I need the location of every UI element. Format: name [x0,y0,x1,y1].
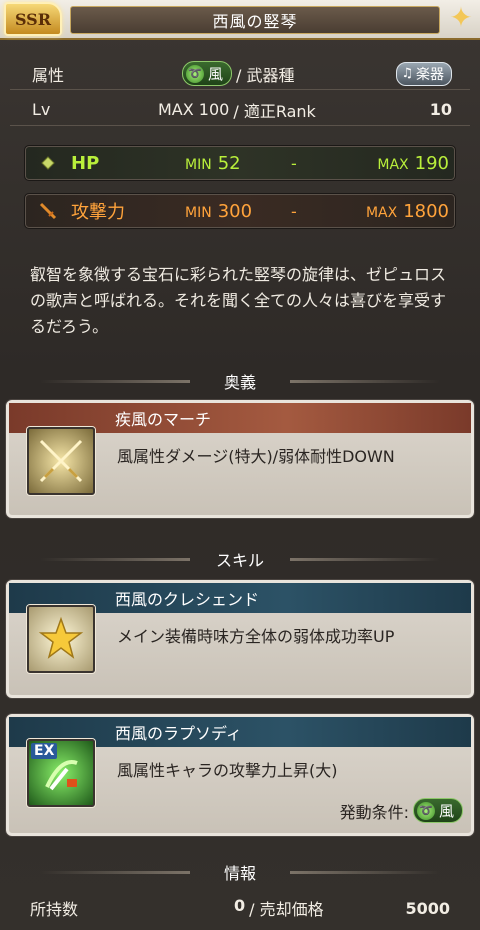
weapon-detail-page: SSR 西風の竪琴 ✦ 属性 ➰ 風 / 武器種 ♫ 楽器 Lv MAX 100… [0,0,480,930]
attack-stat-bar: 攻撃力 MIN 300 - MAX 1800 [24,193,456,229]
hp-stat-bar: HP MIN 52 - MAX 190 [24,145,456,181]
wind-element-icon: ➰ [416,801,435,820]
attack-max-label: MAX [365,204,398,221]
ougi-effect: 風属性ダメージ(特大)/弱体耐性DOWN [117,447,395,466]
ougi-section-header: 奥義 [0,367,480,395]
info-row: 所持数 0 / 売却価格 5000 [10,892,470,924]
rank-value: 10 [429,100,452,119]
skill-section-header: スキル [0,545,480,573]
condition-label: 発動条件: [339,802,409,822]
hp-separator: - [291,153,297,173]
ex-badge: EX [31,743,58,759]
hp-icon [37,152,59,174]
attribute-label: 属性 [32,65,65,85]
attack-min-value: 300 [217,200,253,222]
owned-label: 所持数 [30,900,79,919]
attack-separator: - [291,201,297,221]
level-row: Lv MAX 100 / 適正Rank 10 [10,94,470,126]
weapon-description: 叡智を象徴する宝石に彩られた竪琴の旋律は、ゼピュロスの歌声と呼ばれる。それを聞く… [30,265,447,336]
skill-card-1[interactable]: 西風のクレシェンド メイン装備時味方全体の弱体成功率UP [6,580,474,698]
sell-price-value: 5000 [405,898,450,918]
info-section-header: 情報 [0,858,480,886]
ex-wind-sword-icon: EX [27,739,95,807]
skill-1-effect: メイン装備時味方全体の弱体成功率UP [117,627,395,646]
element-badge: ➰ 風 [182,61,233,86]
star-icon [27,605,95,673]
owned-count: 0 [234,896,246,915]
title-bar: SSR 西風の竪琴 ✦ [0,0,480,40]
attribute-row: 属性 ➰ 風 / 武器種 ♫ 楽器 [10,58,470,90]
rank-label: / 適正Rank [233,101,316,121]
crossed-swords-icon [27,427,95,495]
weapon-type-text: 楽器 [416,66,444,83]
weapon-type-label: / 武器種 [236,65,295,85]
attack-label: 攻撃力 [71,202,125,223]
sell-price-label: / 売却価格 [249,900,324,919]
hp-min-value: 52 [217,152,241,174]
hp-max-label: MAX [377,156,409,173]
attack-min-label: MIN [185,204,212,221]
hp-label: HP [71,152,100,174]
max-level: MAX 100 [158,100,230,119]
wind-element-icon: ➰ [186,64,204,83]
hp-min-label: MIN [185,156,212,173]
activation-condition: 発動条件: ➰ 風 [340,798,463,823]
harp-icon: ♫ [401,66,413,81]
weapon-title: 西風の竪琴 [70,6,440,34]
star-ornament-icon: ✦ [449,1,473,34]
condition-element-text: 風 [438,802,454,820]
weapon-type-badge: ♫ 楽器 [396,61,452,86]
attack-max-value: 1800 [403,200,449,222]
hp-max-value: 190 [414,152,449,174]
skill-card-2[interactable]: 西風のラプソディ EX 風属性キャラの攻撃力上昇(大) 発動条件: ➰ 風 [6,714,474,836]
sword-icon [37,200,59,222]
skill-2-effect: 風属性キャラの攻撃力上昇(大) [117,761,338,780]
level-label: Lv [32,100,51,119]
ougi-card[interactable]: 疾風のマーチ 風属性ダメージ(特大)/弱体耐性DOWN [6,400,474,518]
condition-element-badge: ➰ 風 [412,798,463,823]
rarity-badge: SSR [4,2,62,36]
element-text: 風 [208,65,224,83]
